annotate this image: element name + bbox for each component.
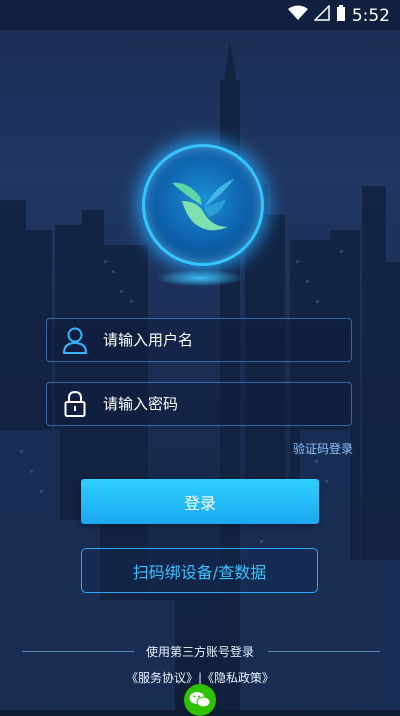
battery-icon [336,4,346,27]
password-input[interactable] [103,395,351,413]
bird-logo-icon [172,179,234,231]
third-party-divider: 使用第三方账号登录 [0,643,400,661]
sms-login-link[interactable]: 验证码登录 [293,440,353,457]
username-field-container[interactable] [46,318,352,362]
app-logo [142,144,264,266]
password-field-container[interactable] [46,382,352,426]
scan-bind-button[interactable]: 扫码绑设备/查数据 [81,548,318,593]
status-time: 5:52 [351,5,390,26]
wifi-icon [287,5,308,26]
lock-icon [47,391,103,417]
user-icon [47,326,103,354]
login-button[interactable]: 登录 [81,479,319,524]
wechat-icon [189,692,211,708]
logo-glow [158,270,242,286]
divider-line-right [268,651,380,652]
wechat-login-button[interactable] [184,684,216,716]
signal-icon [313,4,330,26]
username-input[interactable] [103,331,351,349]
status-bar: 5:52 [0,0,400,30]
